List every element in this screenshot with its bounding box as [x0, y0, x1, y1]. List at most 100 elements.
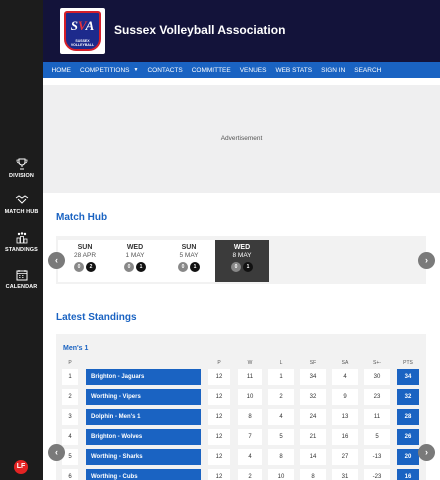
- table-cell-pos: 6: [62, 469, 78, 480]
- table-cell-sf: 21: [300, 429, 326, 445]
- sidebar-item-standings[interactable]: STANDINGS: [0, 232, 43, 253]
- table-cell-sd: 23: [364, 389, 390, 405]
- count-badge: 1: [190, 262, 200, 272]
- table-cell-sd: -13: [364, 449, 390, 465]
- table-cell-w: 4: [238, 449, 262, 465]
- nav-competitions[interactable]: COMPETITIONS ▼: [76, 67, 143, 74]
- table-cell-l: 1: [268, 369, 294, 385]
- day-of-week: WED: [233, 244, 251, 251]
- table-cell-w: 8: [238, 409, 262, 425]
- sidebar-item-label: STANDINGS: [5, 247, 38, 253]
- day-of-week: WED: [126, 244, 144, 251]
- match-day-card[interactable]: SUN 5 MAY 01: [162, 240, 216, 282]
- count-badge: 2: [86, 262, 96, 272]
- match-hub-next-button[interactable]: ›: [418, 252, 435, 269]
- brand-badge-icon[interactable]: LF: [14, 460, 28, 474]
- match-day-card-selected[interactable]: WED 8 MAY 01: [215, 240, 269, 282]
- day-date: 1 MAY: [125, 252, 145, 259]
- table-cell-sa: 13: [332, 409, 358, 425]
- advertisement-label: Advertisement: [220, 135, 263, 142]
- column-header: L: [279, 360, 283, 366]
- nav-venues[interactable]: VENUES: [235, 67, 271, 74]
- table-cell-pts: 16: [397, 469, 419, 480]
- table-cell-p: 12: [208, 429, 230, 445]
- table-cell-p: 12: [208, 449, 230, 465]
- table-cell-pts: 26: [397, 429, 419, 445]
- table-cell-sd: 5: [364, 429, 390, 445]
- table-cell-w: 2: [238, 469, 262, 480]
- nav-search[interactable]: SEARCH: [350, 67, 386, 74]
- advertisement-slot[interactable]: Advertisement: [43, 85, 440, 193]
- table-cell-pos: 1: [62, 369, 78, 385]
- standings-next-button[interactable]: ›: [418, 444, 435, 461]
- count-badge: 0: [178, 262, 188, 272]
- sidebar-item-match-hub[interactable]: MATCH HUB: [0, 194, 43, 215]
- count-badge: 0: [74, 262, 84, 272]
- day-date: 28 APR: [73, 252, 97, 259]
- table-cell-sd: 30: [364, 369, 390, 385]
- nav-contacts[interactable]: CONTACTS: [143, 67, 187, 74]
- podium-icon: [16, 232, 27, 244]
- table-cell-sf: 24: [300, 409, 326, 425]
- table-cell-pos: 3: [62, 409, 78, 425]
- league-name[interactable]: Men's 1: [63, 345, 88, 352]
- nav-committee[interactable]: COMMITTEE: [187, 67, 235, 74]
- team-link[interactable]: Worthing - Vipers: [86, 389, 201, 405]
- sidebar-item-label: DIVISION: [9, 173, 34, 179]
- team-link[interactable]: Worthing - Sharks: [86, 449, 201, 465]
- standings-prev-button[interactable]: ‹: [48, 444, 65, 461]
- team-link[interactable]: Brighton - Jaguars: [86, 369, 201, 385]
- day-date: 5 MAY: [179, 252, 199, 259]
- logo-caption: SUSSEX VOLLEYBALL: [70, 39, 95, 47]
- caret-down-icon: ▼: [133, 67, 139, 73]
- nav-web-stats[interactable]: WEB STATS: [271, 67, 317, 74]
- table-cell-p: 12: [208, 469, 230, 480]
- standings-title: Latest Standings: [56, 312, 137, 323]
- match-hub-prev-button[interactable]: ‹: [48, 252, 65, 269]
- handshake-icon: [15, 195, 28, 204]
- table-cell-sa: 31: [332, 469, 358, 480]
- count-badge: 0: [124, 262, 134, 272]
- team-link[interactable]: Brighton - Wolves: [86, 429, 201, 445]
- table-cell-sf: 34: [300, 369, 326, 385]
- table-cell-w: 10: [238, 389, 262, 405]
- count-badge: 1: [136, 262, 146, 272]
- column-header: P: [217, 360, 221, 366]
- table-cell-l: 8: [268, 449, 294, 465]
- match-day-card[interactable]: WED 1 MAY 01: [108, 240, 162, 282]
- site-header: SVA SUSSEX VOLLEYBALL Sussex Volleyball …: [43, 0, 440, 62]
- nav-sign-in[interactable]: SIGN IN: [317, 67, 350, 74]
- table-cell-pts: 34: [397, 369, 419, 385]
- count-badge: 1: [243, 262, 253, 272]
- table-cell-sd: -23: [364, 469, 390, 480]
- match-day-card[interactable]: SUN 28 APR 02: [58, 240, 112, 282]
- table-cell-sa: 16: [332, 429, 358, 445]
- column-header: SA: [341, 360, 349, 366]
- column-header: S+-: [373, 360, 381, 366]
- trophy-icon: [16, 158, 27, 170]
- day-of-week: SUN: [181, 244, 197, 251]
- table-cell-l: 4: [268, 409, 294, 425]
- table-cell-w: 7: [238, 429, 262, 445]
- sidebar-item-label: MATCH HUB: [4, 209, 39, 215]
- table-cell-pos: 4: [62, 429, 78, 445]
- table-cell-p: 12: [208, 409, 230, 425]
- team-link[interactable]: Dolphin - Men's 1: [86, 409, 201, 425]
- table-cell-p: 12: [208, 389, 230, 405]
- logo-crest: SVA SUSSEX VOLLEYBALL: [64, 11, 101, 51]
- sidebar-item-label: CALENDAR: [5, 284, 38, 290]
- day-of-week: SUN: [77, 244, 93, 251]
- table-cell-sf: 14: [300, 449, 326, 465]
- sidebar-item-division[interactable]: DIVISION: [0, 158, 43, 179]
- table-cell-w: 11: [238, 369, 262, 385]
- site-logo[interactable]: SVA SUSSEX VOLLEYBALL: [60, 8, 105, 54]
- calendar-icon: [16, 270, 27, 281]
- sidebar-item-calendar[interactable]: CALENDAR: [0, 269, 43, 290]
- sidebar: DIVISION MATCH HUB STANDINGS CALENDAR LF: [0, 0, 43, 480]
- match-hub-title: Match Hub: [56, 212, 108, 223]
- table-cell-sf: 8: [300, 469, 326, 480]
- table-cell-l: 5: [268, 429, 294, 445]
- team-link[interactable]: Worthing - Cubs: [86, 469, 201, 480]
- main-nav: HOME COMPETITIONS ▼ CONTACTS COMMITTEE VE…: [43, 62, 440, 78]
- nav-home[interactable]: HOME: [47, 67, 76, 74]
